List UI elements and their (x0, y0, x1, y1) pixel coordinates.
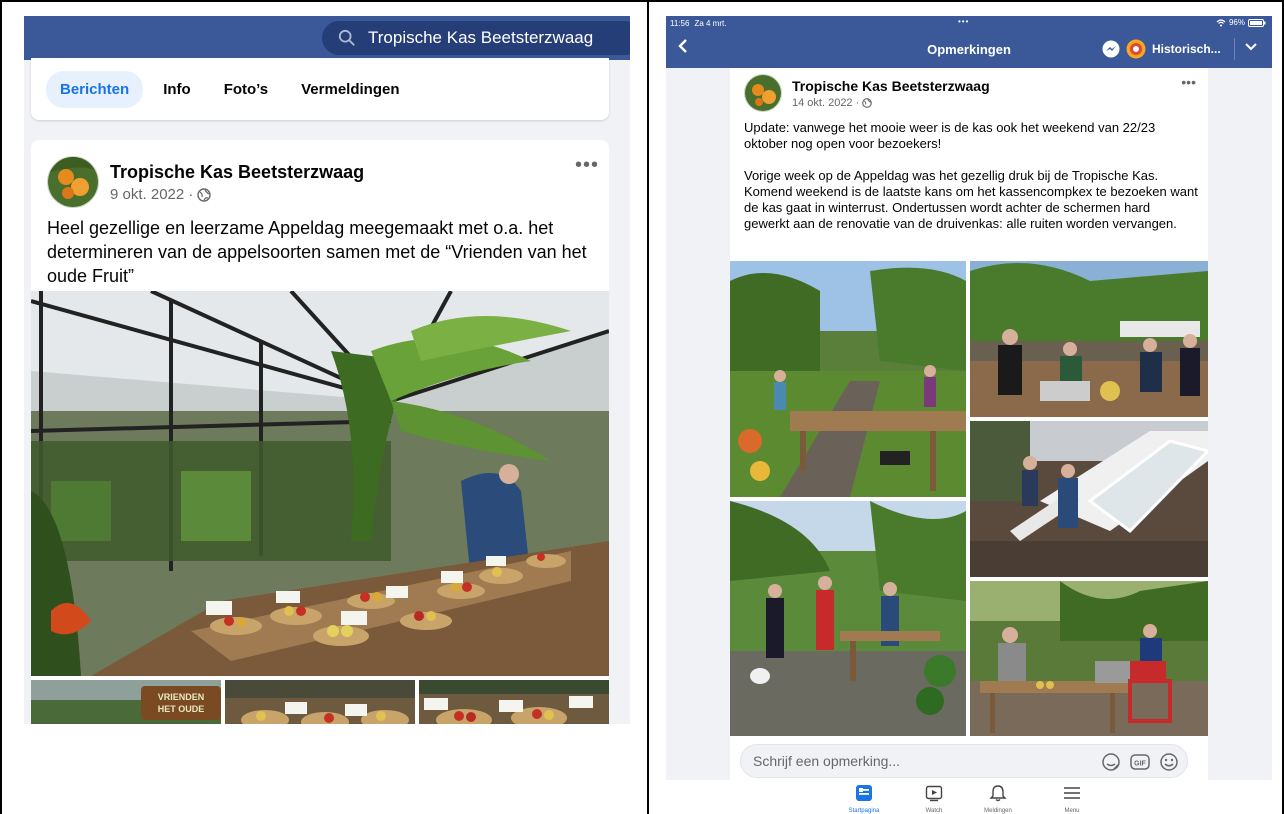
post-card: Tropische Kas Beetsterzwaag 14 okt. 2022… (730, 68, 1208, 748)
photo-thumbnails: VRIENDEN HET OUDE (31, 680, 609, 724)
search-icon (338, 29, 355, 46)
thumbnail-photo[interactable] (225, 680, 415, 724)
post-text-body: Vorige week op de Appeldag was het gezel… (744, 168, 1198, 231)
globe-icon (862, 98, 873, 108)
history-label: Historisch... (1152, 42, 1221, 56)
emoji-icon[interactable] (1159, 752, 1179, 772)
page-name[interactable]: Tropische Kas Beetsterzwaag (110, 162, 364, 183)
tab-menu[interactable]: Menu (1042, 784, 1102, 814)
tab-label: Startpagina (848, 808, 880, 814)
grid-photo[interactable] (730, 501, 966, 737)
globe-icon (197, 187, 212, 202)
tab-watch[interactable]: Watch (904, 784, 964, 814)
chevron-down-icon[interactable] (1244, 40, 1258, 54)
post-text: Heel gezellige en leerzame Appeldag meeg… (47, 218, 587, 286)
thumbnail-photo[interactable]: VRIENDEN HET OUDE (31, 680, 221, 724)
more-options-icon[interactable]: ••• (575, 154, 599, 177)
history-avatar-icon (1126, 39, 1146, 59)
svg-text:VRIENDEN: VRIENDEN (158, 692, 205, 702)
nav-separator (1234, 38, 1235, 60)
watch-icon (925, 785, 943, 802)
post-date: 9 okt. 2022 · (110, 186, 212, 203)
post-photo-greenhouse[interactable] (31, 291, 609, 676)
svg-text:HET OUDE: HET OUDE (158, 704, 205, 714)
more-options-icon[interactable]: ••• (1181, 74, 1196, 90)
tab-berichten[interactable]: Berichten (46, 70, 144, 108)
battery-percent: 96% (1228, 18, 1245, 27)
post-card: Tropische Kas Beetsterzwaag 9 okt. 2022 … (31, 140, 609, 724)
bell-icon (989, 785, 1007, 802)
tab-startpagina[interactable]: Startpagina (834, 784, 894, 814)
comment-placeholder: Schrijf een opmerking... (753, 753, 901, 769)
navigation-bar: Opmerkingen Historisch... (666, 30, 1272, 68)
home-icon (856, 785, 872, 801)
avatar[interactable] (47, 156, 99, 208)
status-bar: 11:56 Za 4 mrt. ••• 96% (666, 16, 1272, 30)
battery-icon (1248, 18, 1266, 27)
status-dots: ••• (958, 17, 970, 26)
menu-icon (1064, 787, 1080, 799)
grid-photo[interactable] (730, 261, 966, 497)
status-battery: 96% (1216, 18, 1266, 27)
gif-label: GIF (1134, 761, 1146, 768)
post-date-text: 9 okt. 2022 · (110, 186, 194, 203)
panel-divider (647, 0, 649, 814)
post-text-update: Update: vanwege het mooie weer is de kas… (744, 120, 1156, 151)
status-time: 11:56 (670, 18, 690, 28)
post-date-text: 14 okt. 2022 · (792, 97, 860, 109)
right-screenshot: 11:56 Za 4 mrt. ••• 96% Opmerkingen Hist… (666, 16, 1272, 814)
post-text: Update: vanwege het mooie weer is de kas… (744, 120, 1199, 232)
search-bar[interactable]: Tropische Kas Beetsterzwaag (322, 21, 630, 55)
tab-label: Menu (1064, 808, 1080, 814)
bottom-tab-bar: Startpagina Watch Meldingen Menu (666, 780, 1272, 814)
post-date: 14 okt. 2022 · (792, 97, 873, 109)
sticker-icon[interactable] (1101, 752, 1121, 772)
wifi-icon (1216, 18, 1226, 26)
left-screenshot: Tropische Kas Beetsterzwaag Berichten In… (24, 16, 630, 724)
tab-label: Meldingen (984, 808, 1012, 814)
tab-info[interactable]: Info (163, 81, 191, 98)
gif-icon[interactable]: GIF (1130, 752, 1150, 772)
grid-photo[interactable] (970, 261, 1208, 417)
top-bar: Tropische Kas Beetsterzwaag (24, 16, 630, 60)
photo-grid (730, 261, 1208, 737)
thumbnail-photo[interactable] (419, 680, 609, 724)
page-tabs: Berichten Info Foto’s Vermeldingen (31, 58, 609, 120)
history-menu[interactable]: Historisch... (1102, 39, 1221, 59)
grid-photo[interactable] (970, 421, 1208, 577)
tab-label: Watch (925, 808, 943, 814)
avatar[interactable] (744, 74, 782, 112)
grid-photo[interactable] (970, 581, 1208, 737)
tab-fotos[interactable]: Foto’s (224, 81, 268, 98)
search-text: Tropische Kas Beetsterzwaag (368, 28, 594, 47)
tab-meldingen[interactable]: Meldingen (968, 784, 1028, 814)
comment-input[interactable]: Schrijf een opmerking... GIF (740, 744, 1188, 778)
page-name[interactable]: Tropische Kas Beetsterzwaag (792, 78, 990, 94)
messenger-icon (1102, 40, 1120, 58)
tab-vermeldingen[interactable]: Vermeldingen (301, 81, 399, 98)
status-date: Za 4 mrt. (694, 18, 727, 28)
